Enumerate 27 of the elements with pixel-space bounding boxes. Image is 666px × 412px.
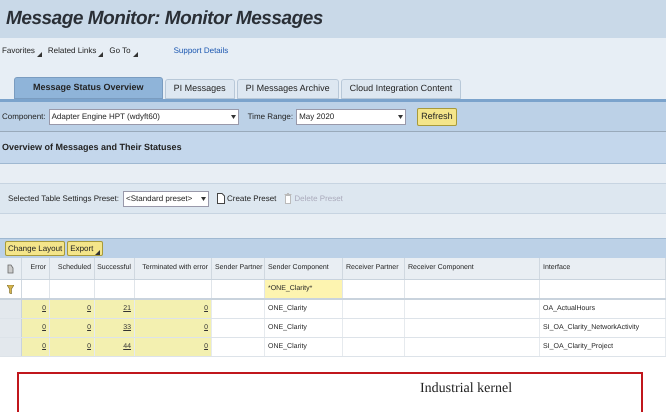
menu-item[interactable]: Favorites — [2, 45, 42, 57]
tab[interactable]: Cloud Integration Content — [340, 79, 462, 99]
field-label: Selected Table Settings Preset: — [8, 192, 120, 204]
section-title: Overview of Messages and Their Statuses — [2, 140, 182, 154]
tab[interactable]: Message Status Overview — [14, 77, 163, 99]
tab[interactable]: PI Messages — [164, 79, 235, 99]
tab[interactable]: PI Messages Archive — [236, 79, 339, 99]
dropdown-arrow-icon[interactable] — [201, 196, 206, 200]
preset-dropdown[interactable]: <Standard preset> — [123, 190, 210, 206]
support-details-link[interactable]: Support Details — [174, 45, 228, 57]
refresh-button[interactable]: Refresh — [417, 108, 457, 126]
component-dropdown[interactable]: Adapter Engine HPT (wdyft60) — [48, 108, 239, 124]
dropdown-arrow-icon[interactable] — [230, 114, 236, 118]
trash-icon — [284, 193, 292, 204]
toolbar-button[interactable]: Change Layout — [5, 241, 66, 256]
menu-item[interactable]: Related Links — [48, 45, 104, 57]
select-all-icon[interactable] — [7, 264, 14, 274]
dropdown-arrow-icon[interactable] — [398, 114, 404, 118]
create-preset-button[interactable]: Create Preset — [217, 192, 276, 204]
field-label: Component: — [2, 110, 46, 122]
menu-item[interactable]: Go To — [109, 45, 138, 57]
field-label: Time Range: — [248, 110, 294, 122]
page-title: Message Monitor: Monitor Messages — [6, 6, 323, 31]
document-icon — [217, 193, 226, 204]
toolbar-button[interactable]: Export — [67, 241, 104, 256]
filter-icon[interactable] — [7, 284, 14, 294]
time-range-dropdown[interactable]: May 2020 — [296, 108, 406, 124]
